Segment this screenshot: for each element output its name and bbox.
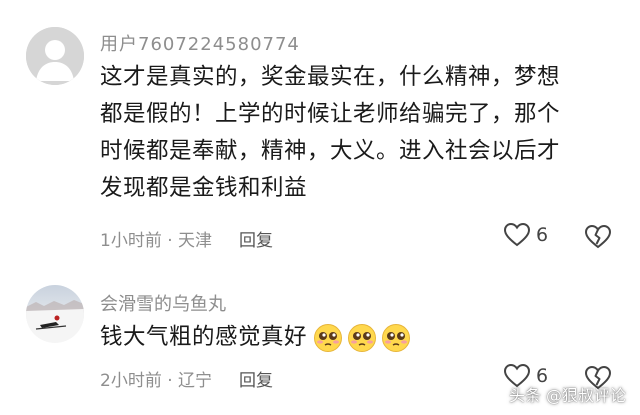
default-user-avatar-icon [26,27,84,85]
comment-text: 钱大气粗的感觉真好 [100,319,570,356]
comment-time-location: 2小时前 · 辽宁 [100,371,213,391]
comment-text: 这才是真实的，奖金最实在，什么精神，梦想 都是假的！上学的时候让老师给骗完了，那… [100,59,570,207]
pleading-face-emoji-icon [314,323,343,352]
comment-time-location: 1小时前 · 天津 [100,231,213,251]
comment-text-line: 这才是真实的，奖金最实在，什么精神，梦想 [100,64,561,90]
reply-button[interactable]: 回复 [239,226,273,251]
comment-item: 用户7607224580774 这才是真实的，奖金最实在，什么精神，梦想 都是假… [0,0,640,270]
pleading-face-emoji-icon [382,323,411,352]
like-count: 6 [536,224,549,246]
comment-username[interactable]: 会滑雪的乌鱼丸 [100,290,226,316]
heart-icon [504,223,530,247]
emoji-group [313,323,415,353]
watermark: 头条 @狠叔评论 [508,386,626,405]
comment-text-line: 都是假的！上学的时候让老师给骗完了，那个 [100,101,561,127]
pleading-face-emoji-icon [348,323,377,352]
user-avatar[interactable] [26,285,84,343]
comment-text-line: 时候都是奉献，精神，大义。进入社会以后才 [100,138,561,164]
skiing-photo-avatar-icon [26,300,84,343]
reply-button[interactable]: 回复 [239,366,273,391]
broken-heart-icon [584,224,612,249]
comment-meta: 2小时前 · 辽宁 回复 [100,366,273,391]
user-avatar[interactable] [26,27,84,85]
like-button[interactable]: 6 [504,223,548,247]
comment-text-line: 发现都是金钱和利益 [100,175,308,201]
dislike-button[interactable] [584,224,612,253]
comment-text-content: 钱大气粗的感觉真好 [100,324,308,350]
comment-meta: 1小时前 · 天津 回复 [100,226,273,251]
comment-username[interactable]: 用户7607224580774 [100,30,300,56]
